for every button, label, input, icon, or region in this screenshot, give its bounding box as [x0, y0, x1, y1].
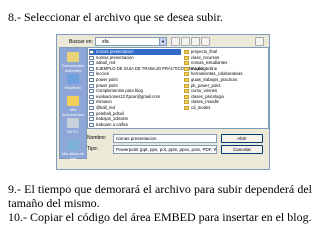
file-type-row: Tipo: Powerpoint (ppt, pps, pot, pptx, p…: [87, 145, 267, 154]
network-places-icon: [67, 140, 79, 150]
folder-icon: [184, 61, 189, 66]
file-list-item-label: power point: [96, 76, 118, 82]
place-my-documents[interactable]: Mis documentos: [61, 96, 85, 117]
place-my-computer[interactable]: Mi PC: [61, 118, 85, 134]
file-list-item-label: PISCO: [96, 127, 109, 128]
file-list-item-label: leccion: [96, 71, 110, 77]
file-list-item-label: evaluaciones12 ftpcar@gmail.com: [96, 93, 161, 99]
file-list-item-label: nomas presentacion: [96, 54, 134, 60]
file-list-item-label: mapas_online: [191, 65, 218, 71]
file-list-item-label: sabuil_red: [96, 60, 116, 66]
file-list-item-label: curso_viernes: [191, 88, 218, 94]
folder-icon: [184, 105, 189, 110]
file-list-item-label: proyecto_final: [191, 49, 218, 54]
document-icon: [89, 128, 94, 129]
look-in-label: Buscar en:: [69, 39, 93, 45]
file-list-item-label: herramientas_colaborativas: [191, 71, 243, 77]
look-in-value: sfa: [102, 39, 109, 45]
document-icon: [89, 111, 94, 116]
document-icon: [89, 122, 94, 127]
document-icon: [89, 105, 94, 110]
recent-documents-icon: [67, 52, 79, 62]
folder-icon: [184, 89, 189, 94]
document-icon: [89, 61, 94, 66]
document-icon: [89, 117, 94, 122]
place-recent[interactable]: Documentos recientes: [61, 52, 85, 73]
file-list: nomas presentacion nomas presentacion sabu…: [87, 47, 269, 129]
file-type-select[interactable]: Powerpoint (ppt, pps, pot, pptx, ppsx, p…: [113, 145, 217, 154]
folder-icon: [184, 94, 189, 99]
file-list-item-label: clases_psicologia: [191, 93, 224, 99]
file-list-item[interactable]: PISCO: [89, 127, 181, 129]
folder-icon: [184, 55, 189, 60]
folder-icon: [184, 100, 189, 105]
folder-icon: [184, 50, 189, 54]
chevron-down-icon[interactable]: ▼: [159, 38, 166, 45]
open-button[interactable]: Abrir: [221, 134, 263, 143]
document-icon: [89, 50, 94, 54]
places-bar: Documentos recientes Escritorio Mis docu…: [59, 47, 87, 161]
file-name-row: Nombre: nomas presentacion Abrir: [87, 134, 267, 143]
file-list-column-2: proyecto_final clase_recursos nomas_estudi…: [184, 49, 266, 111]
file-open-dialog: Buscar en: sfa ▼ Documentos recientes Es…: [56, 34, 270, 170]
close-icon[interactable]: [255, 37, 264, 46]
document-icon: [89, 77, 94, 82]
file-type-label: Tipo:: [87, 146, 98, 152]
document-icon: [89, 83, 94, 88]
look-in-select[interactable]: sfa ▼: [95, 37, 167, 46]
document-icon: [89, 72, 94, 77]
desktop-icon: [67, 74, 79, 84]
file-list-item-label: cd_modes: [191, 104, 211, 110]
file-list-item-label: clase_recursos: [191, 54, 220, 60]
my-documents-icon: [67, 96, 79, 106]
place-network[interactable]: Mis sitios de red: [61, 140, 85, 161]
my-computer-icon: [67, 118, 79, 128]
dialog-toolbar: Buscar en: sfa ▼: [59, 37, 265, 46]
new-folder-icon[interactable]: [191, 37, 200, 46]
back-icon[interactable]: [171, 37, 180, 46]
file-list-item-label: power point: [96, 82, 118, 88]
file-list-item-label: peteball_pdsuil: [96, 110, 124, 116]
document-icon: [89, 100, 94, 105]
file-list-item-label: clases_moodle: [191, 99, 219, 105]
file-list-item[interactable]: cd_modes: [184, 105, 266, 111]
file-list-item-label: guias_trabajos_practicos: [191, 76, 238, 82]
views-menu-icon[interactable]: [201, 37, 210, 46]
folder-icon: [184, 66, 189, 71]
file-name-input[interactable]: nomas presentacion: [113, 134, 217, 143]
up-folder-icon[interactable]: [181, 37, 190, 46]
cancel-button[interactable]: Cancelar: [221, 145, 263, 154]
document-icon: [89, 89, 94, 94]
folder-icon: [184, 77, 189, 82]
file-name-label: Nombre:: [87, 135, 107, 141]
document-icon: [89, 66, 94, 71]
file-list-item-label: traboare a calfice: [96, 121, 129, 127]
file-list-item-label: mimaion: [96, 99, 112, 105]
document-icon: [89, 55, 94, 60]
file-list-item-label: trabajos_2dnasm: [96, 116, 129, 122]
step-9-text: 9.- El tiempo que demorará el archivo pa…: [8, 182, 312, 210]
step-10-text: 10.- Copiar el código del área EMBED par…: [8, 210, 312, 224]
file-list-item-label: pk_power_point: [191, 82, 221, 88]
step-8-text: 8.- Seleccionar el archivo que se desea …: [8, 10, 223, 24]
place-desktop[interactable]: Escritorio: [61, 74, 85, 90]
folder-icon: [184, 72, 189, 77]
file-list-item-label: nomas_estudiantes: [191, 60, 228, 66]
document-icon: [89, 94, 94, 99]
file-list-column-1: nomas presentacion nomas presentacion sabu…: [89, 49, 207, 129]
file-list-item-label: Complementos para blog: [96, 88, 143, 94]
folder-icon: [184, 83, 189, 88]
file-list-item-label: @kall_red: [96, 104, 115, 110]
file-list-item-label: nomas presentacion: [96, 49, 134, 54]
